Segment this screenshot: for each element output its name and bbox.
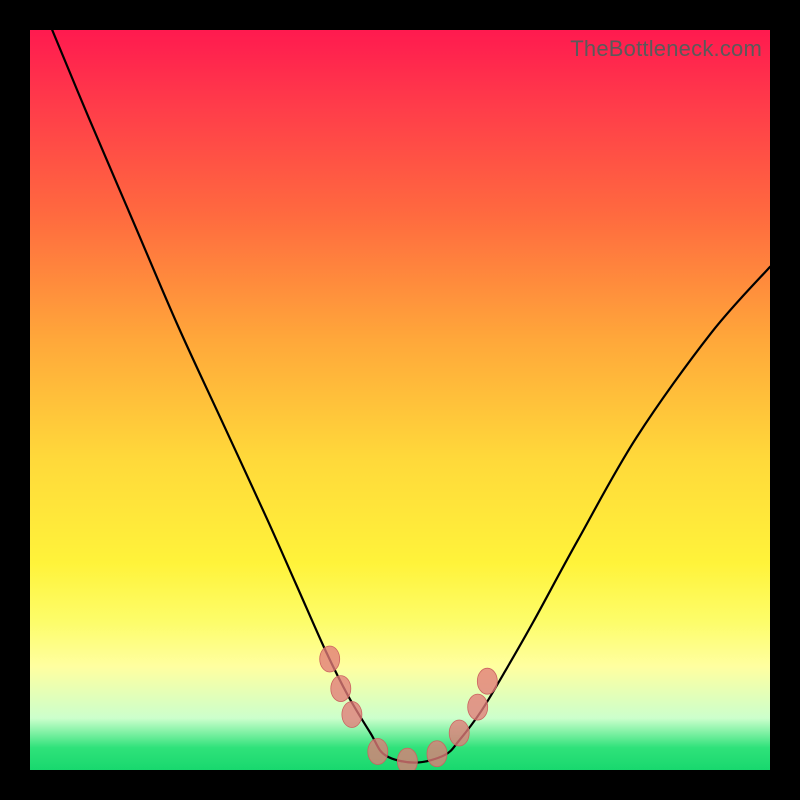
marker-point xyxy=(320,646,340,672)
marker-point xyxy=(427,741,447,767)
marker-point xyxy=(397,748,417,770)
marker-group xyxy=(320,646,498,770)
chart-overlay xyxy=(30,30,770,770)
chart-frame: TheBottleneck.com xyxy=(0,0,800,800)
marker-point xyxy=(368,739,388,765)
bottleneck-curve xyxy=(52,30,770,763)
marker-point xyxy=(477,668,497,694)
marker-point xyxy=(331,676,351,702)
marker-point xyxy=(342,702,362,728)
marker-point xyxy=(468,694,488,720)
plot-area: TheBottleneck.com xyxy=(30,30,770,770)
marker-point xyxy=(449,720,469,746)
